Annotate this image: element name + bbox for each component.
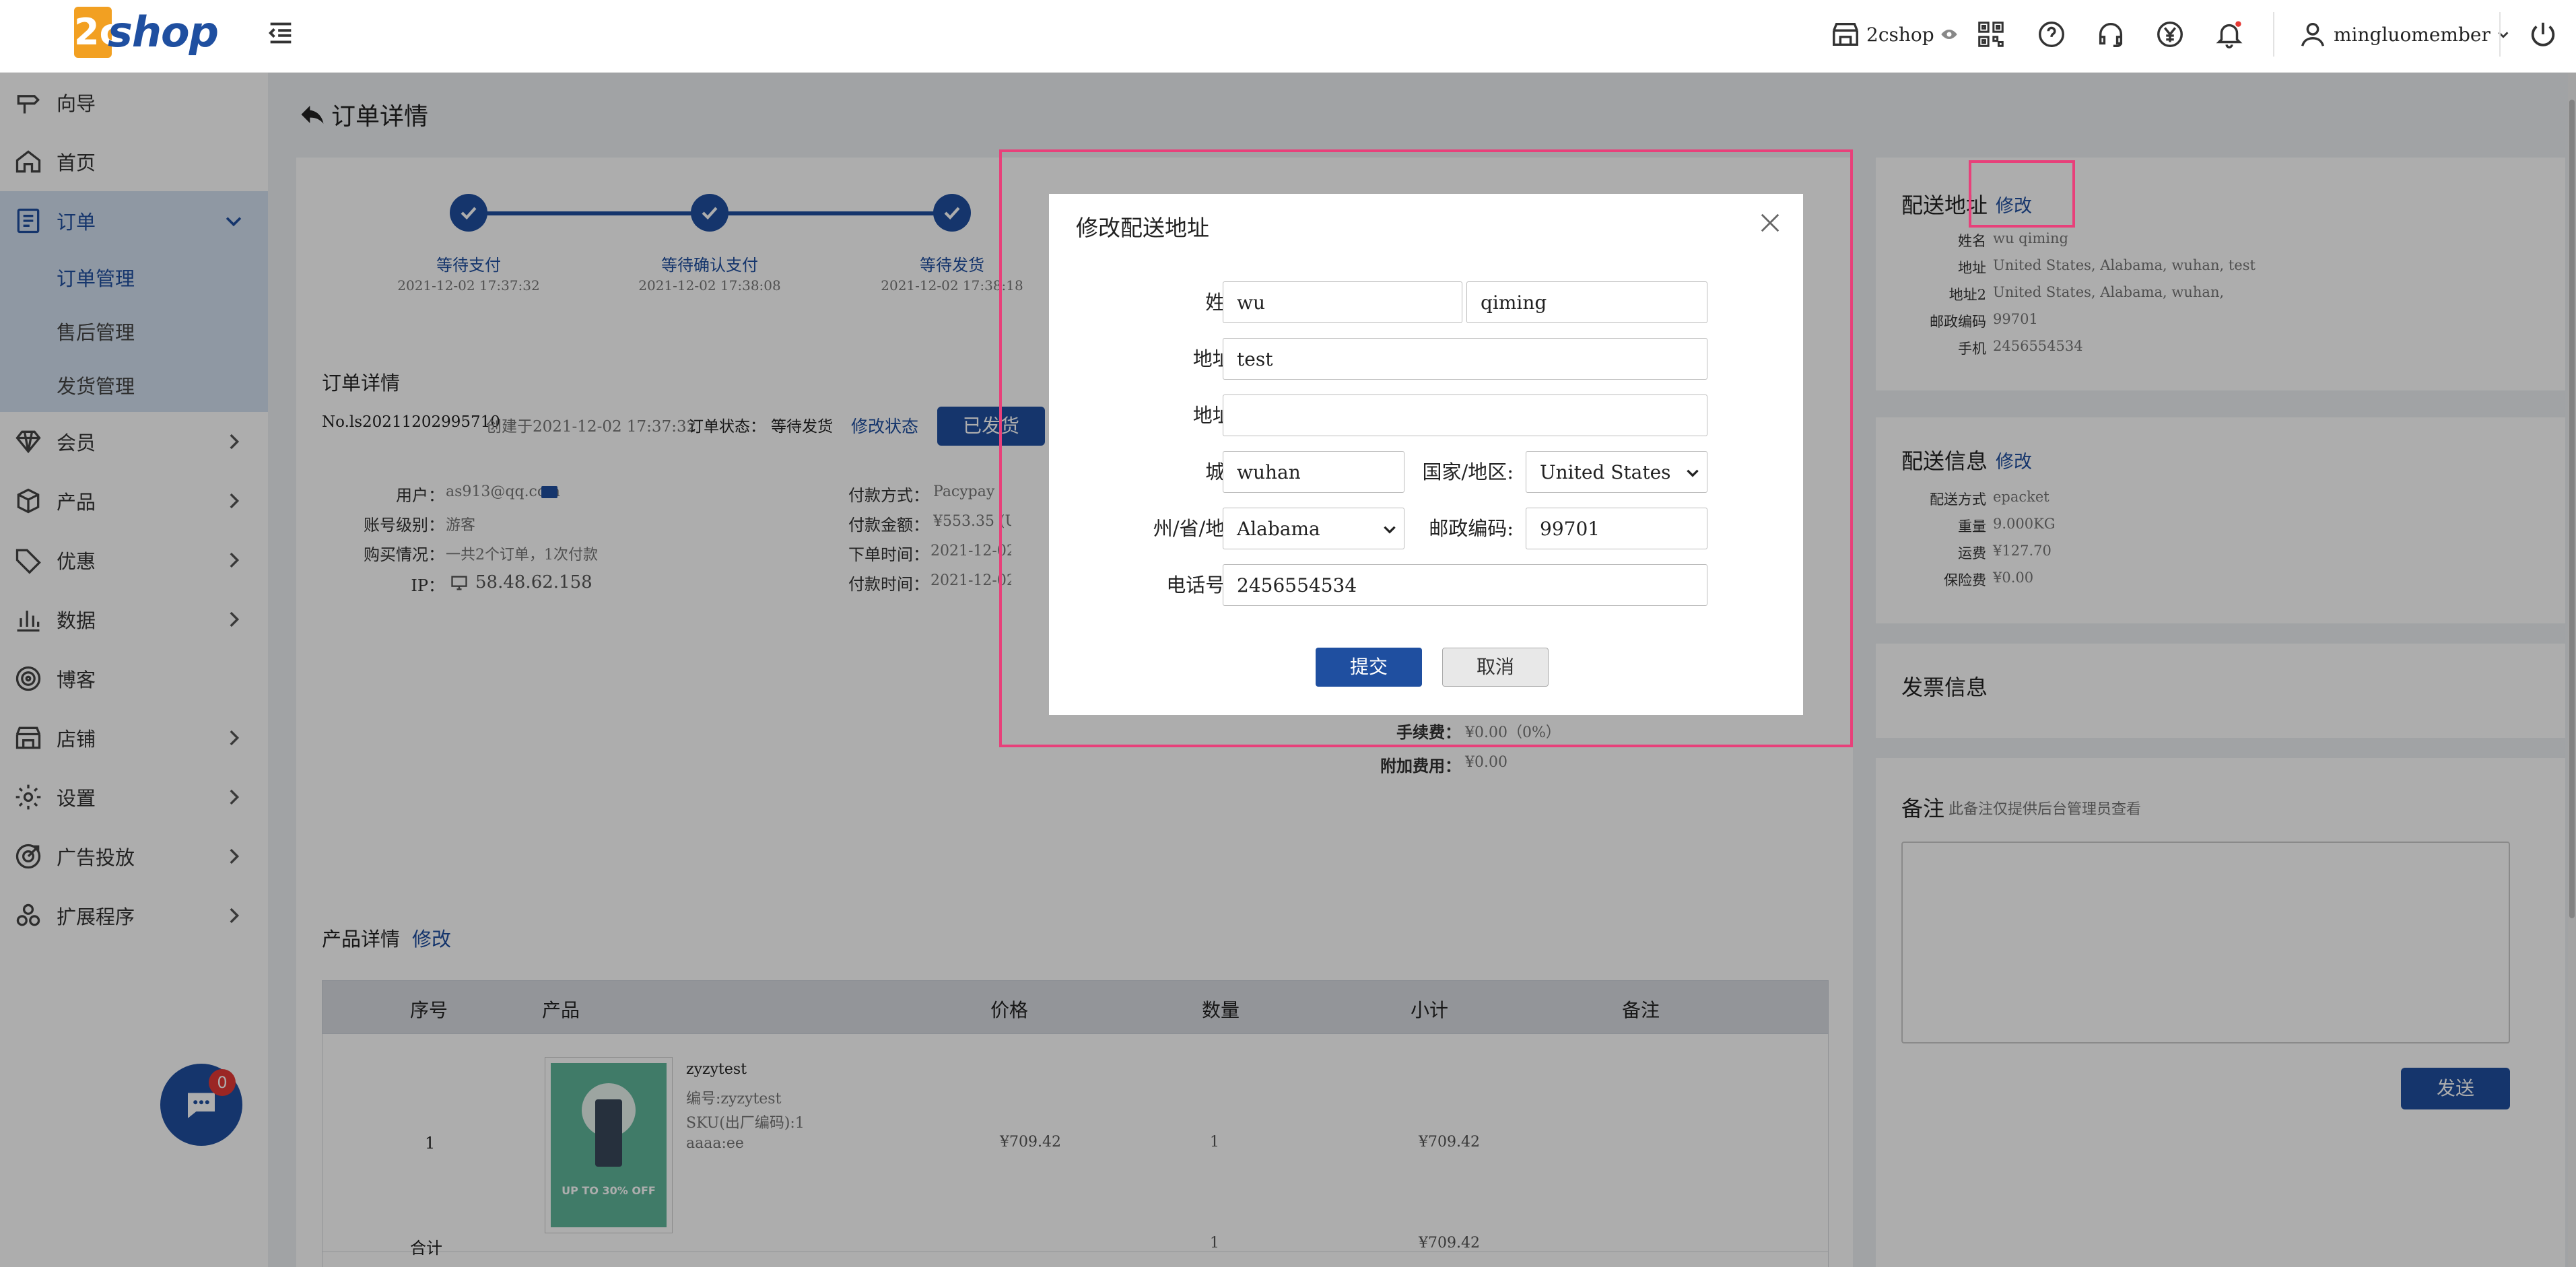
currency-yuan-icon[interactable] [2152, 16, 2188, 53]
country-value: United States [1540, 460, 1671, 483]
chevron-down-icon [1381, 520, 1398, 538]
country-label: 国家/地区: [1422, 460, 1514, 483]
notification-bell-icon[interactable] [2211, 16, 2247, 53]
address1-input[interactable]: test [1223, 338, 1707, 380]
store-icon [1830, 19, 1861, 50]
collapse-menu-icon[interactable] [263, 15, 299, 51]
edit-address-modal: 修改配送地址 姓名: wu qiming 地址1: test 地址2: 城市: … [1049, 194, 1803, 715]
modal-title: 修改配送地址 [1076, 215, 1209, 241]
state-select[interactable]: Alabama [1223, 508, 1404, 549]
user-menu[interactable]: mingluomember [2297, 16, 2511, 53]
topbar-divider [2273, 12, 2274, 57]
logo[interactable]: 2c shop [74, 7, 222, 58]
logo-text: shop [108, 7, 219, 57]
eye-icon [1940, 25, 1959, 44]
logo-badge: 2c [74, 7, 121, 58]
state-value: Alabama [1237, 517, 1320, 540]
country-select[interactable]: United States [1526, 451, 1707, 493]
address2-input[interactable] [1223, 395, 1707, 436]
city-input[interactable]: wuhan [1223, 451, 1404, 493]
close-icon[interactable] [1756, 209, 1784, 237]
store-switcher[interactable]: 2cshop [1830, 18, 1959, 51]
user-icon [2297, 19, 2328, 50]
chevron-down-icon [1684, 464, 1701, 481]
cancel-button[interactable]: 取消 [1442, 648, 1549, 687]
username: mingluomember [2334, 23, 2490, 46]
top-bar: 2c shop 2cshop mingluomember [0, 0, 2576, 73]
zip-label: 邮政编码: [1429, 517, 1514, 540]
qr-code-icon[interactable] [1973, 16, 2009, 53]
last-name-input[interactable]: qiming [1466, 281, 1707, 323]
submit-button[interactable]: 提交 [1316, 648, 1422, 687]
zip-input[interactable]: 99701 [1526, 508, 1707, 549]
headset-icon[interactable] [2093, 16, 2129, 53]
highlight-box-edit-link [1969, 160, 2075, 228]
phone-input[interactable]: 2456554534 [1223, 564, 1707, 606]
power-icon[interactable] [2525, 16, 2561, 53]
help-icon[interactable] [2033, 16, 2070, 53]
topbar-divider [2499, 12, 2501, 57]
store-name: 2cshop [1866, 23, 1934, 46]
chevron-down-icon [2496, 27, 2511, 42]
first-name-input[interactable]: wu [1223, 281, 1462, 323]
